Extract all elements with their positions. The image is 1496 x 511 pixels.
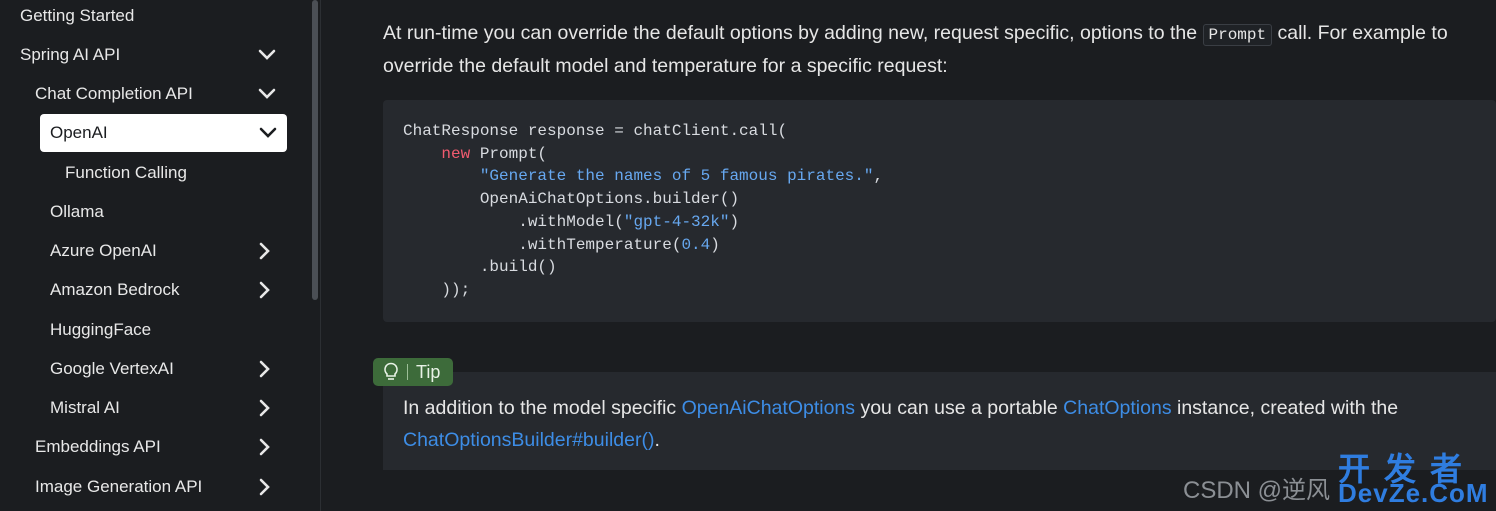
tip-text-part: In addition to the model specific — [403, 397, 682, 419]
devze-logo: 开发者 DevZe.CoM — [1338, 444, 1490, 508]
sidebar-item-label: Function Calling — [65, 163, 187, 182]
sidebar-item-mistral-ai[interactable]: Mistral AI — [50, 389, 284, 427]
sidebar-item-spring-ai-api[interactable]: Spring AI API — [20, 36, 286, 74]
link-openaichatoptions[interactable]: OpenAiChatOptions — [682, 397, 855, 419]
code-line: .build() — [479, 258, 557, 277]
sidebar-item-label: Getting Started — [20, 6, 135, 25]
lightbulb-icon — [383, 362, 399, 382]
code-number: 0.4 — [681, 235, 711, 254]
code-block: ChatResponse response = chatClient.call(… — [383, 100, 1496, 322]
chevron-right-icon[interactable] — [246, 350, 284, 388]
intro-paragraph: At run-time you can override the default… — [383, 18, 1483, 82]
sidebar-item-label: Embeddings API — [35, 437, 161, 456]
sidebar-item-function-calling[interactable]: Function Calling — [65, 154, 285, 192]
sidebar-item-label: Amazon Bedrock — [50, 280, 180, 299]
sidebar-item-amazon-bedrock[interactable]: Amazon Bedrock — [50, 271, 284, 309]
link-chatoptionsbuilder[interactable]: ChatOptionsBuilder#builder() — [403, 429, 654, 451]
sidebar-item-label: HuggingFace — [50, 320, 152, 339]
sidebar-item-embeddings-api[interactable]: Embeddings API — [35, 428, 284, 466]
sidebar-item-label: Google VertexAI — [50, 359, 174, 378]
code-string: "gpt-4-32k" — [623, 212, 730, 231]
chevron-right-icon[interactable] — [246, 232, 284, 270]
sidebar-item-azure-openai[interactable]: Azure OpenAI — [50, 232, 284, 270]
code-line: )); — [441, 280, 471, 299]
chevron-right-icon[interactable] — [246, 428, 284, 466]
sidebar-item-ollama[interactable]: Ollama — [50, 193, 285, 231]
code-line: ChatResponse response = chatClient.call( — [403, 122, 788, 140]
sidebar-item-label: Ollama — [50, 202, 104, 221]
code-listing: ChatResponse response = chatClient.call(… — [403, 120, 883, 302]
tip-text-part: you can use a portable — [855, 397, 1064, 419]
tip-label: Tip — [416, 361, 441, 382]
chevron-right-icon[interactable] — [246, 468, 284, 506]
code-line: .withModel( — [518, 212, 624, 231]
sidebar-item-label: Spring AI API — [20, 45, 121, 64]
inline-code-prompt: Prompt — [1202, 24, 1273, 46]
sidebar-scrollbar-thumb[interactable] — [312, 0, 318, 300]
code-line: ) — [710, 235, 720, 254]
code-line: OpenAiChatOptions.builder() — [479, 190, 740, 209]
chevron-down-icon[interactable] — [249, 114, 287, 152]
intro-text: At run-time you can override the default… — [383, 22, 1203, 44]
chevron-right-icon[interactable] — [246, 389, 284, 427]
csdn-watermark: CSDN @逆风 — [1183, 477, 1331, 504]
tip-badge: Tip — [373, 358, 453, 386]
code-line: .withTemperature( — [518, 235, 682, 254]
sidebar-item-label: OpenAI — [50, 123, 108, 142]
chevron-down-icon[interactable] — [248, 36, 286, 74]
code-line: ) — [729, 212, 740, 231]
sidebar-item-huggingface[interactable]: HuggingFace — [50, 311, 285, 349]
code-line: Prompt( — [470, 144, 548, 163]
sidebar-item-openai[interactable]: OpenAI — [40, 114, 287, 152]
brand-bottom-text: DevZe.CoM — [1338, 478, 1489, 508]
tip-separator — [407, 364, 408, 380]
main-content: At run-time you can override the default… — [321, 0, 1496, 511]
chevron-down-icon[interactable] — [248, 75, 286, 113]
tip-text: In addition to the model specific OpenAi… — [403, 392, 1493, 456]
sidebar-item-label: Mistral AI — [50, 398, 120, 417]
chevron-right-icon[interactable] — [246, 271, 284, 309]
sidebar-item-chat-completion-api[interactable]: Chat Completion API — [35, 75, 286, 113]
sidebar-item-label: Azure OpenAI — [50, 241, 157, 260]
sidebar-item-getting-started[interactable]: Getting Started — [20, 0, 280, 35]
sidebar-item-image-generation-api[interactable]: Image Generation API — [35, 468, 284, 506]
code-keyword: new — [441, 144, 471, 163]
sidebar-item-label: Image Generation API — [35, 477, 203, 496]
tip-text-part: instance, created with the — [1171, 397, 1399, 419]
tip-text-part: . — [654, 429, 660, 451]
link-chatoptions[interactable]: ChatOptions — [1063, 397, 1171, 419]
sidebar-item-label: Chat Completion API — [35, 84, 193, 103]
sidebar-nav: Getting Started Spring AI API Chat Compl… — [0, 0, 321, 511]
sidebar-item-google-vertexai[interactable]: Google VertexAI — [50, 350, 284, 388]
code-line: , — [873, 167, 884, 186]
code-string: "Generate the names of 5 famous pirates.… — [479, 167, 874, 186]
